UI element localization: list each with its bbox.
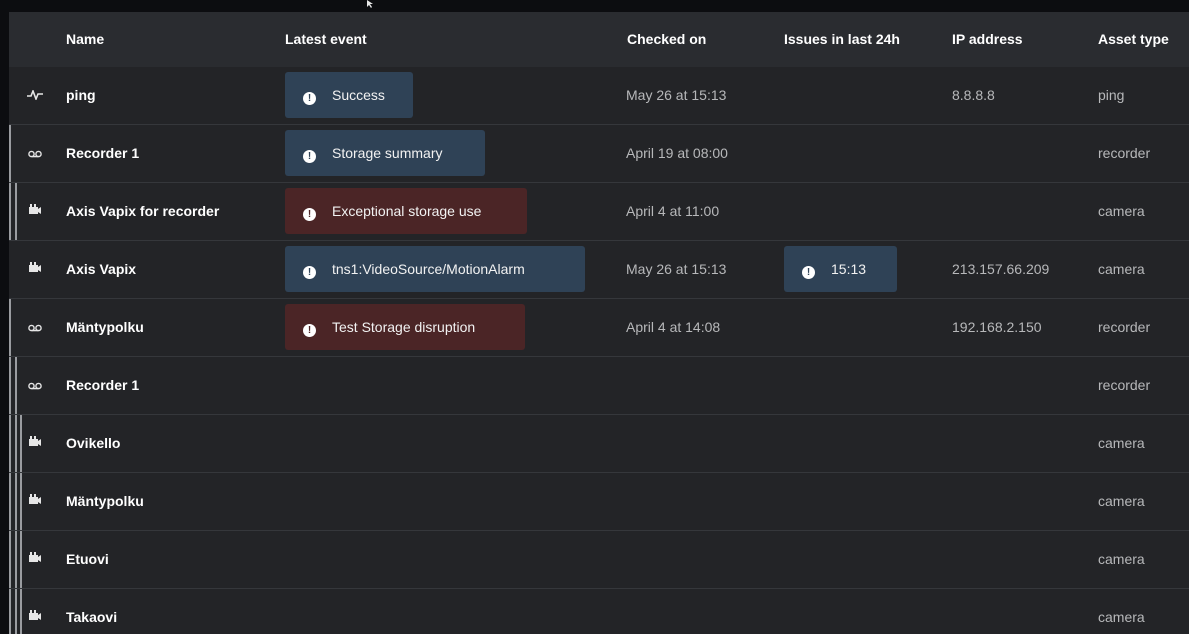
checked-on: April 4 at 11:00: [626, 203, 720, 219]
table-row[interactable]: Takaovi camera: [9, 589, 1189, 634]
issue-badge[interactable]: ! 15:13: [784, 246, 897, 292]
column-header-issues[interactable]: Issues in last 24h: [784, 12, 900, 67]
checked-on: April 4 at 14:08: [626, 319, 721, 335]
asset-type: camera: [1098, 435, 1145, 451]
hierarchy-indent-line: [15, 473, 17, 530]
event-label: Exceptional storage use: [332, 203, 482, 219]
table-row[interactable]: Axis Vapix ! tns1:VideoSource/MotionAlarm…: [9, 241, 1189, 299]
asset-type: recorder: [1098, 145, 1151, 161]
ip-address: 8.8.8.8: [952, 87, 995, 103]
event-badge[interactable]: ! Exceptional storage use: [285, 188, 527, 234]
column-header-ip-address[interactable]: IP address: [952, 12, 1023, 67]
alert-icon: !: [303, 324, 316, 337]
asset-name[interactable]: Axis Vapix: [66, 241, 136, 298]
column-header-asset-type[interactable]: Asset type: [1098, 12, 1169, 67]
asset-name[interactable]: Mäntypolku: [66, 473, 144, 530]
hierarchy-indent-line: [9, 183, 11, 240]
event-label: Test Storage disruption: [332, 319, 476, 335]
table-row[interactable]: Mäntypolku camera: [9, 473, 1189, 531]
asset-type: camera: [1098, 203, 1145, 219]
hierarchy-indent-line: [15, 531, 17, 588]
camera-icon: [24, 241, 46, 298]
hierarchy-indent-line: [9, 589, 11, 634]
table-row[interactable]: Axis Vapix for recorder ! Exceptional sto…: [9, 183, 1189, 241]
asset-name[interactable]: Recorder 1: [66, 357, 139, 414]
hierarchy-indent-line: [20, 531, 22, 588]
event-label: Storage summary: [332, 145, 443, 161]
table-row[interactable]: Recorder 1 ! Storage summary April 19 at …: [9, 125, 1189, 183]
asset-type: camera: [1098, 261, 1145, 277]
asset-type: camera: [1098, 493, 1145, 509]
recorder-icon: [24, 299, 46, 356]
table-row[interactable]: Mäntypolku ! Test Storage disruption Apri…: [9, 299, 1189, 357]
top-strip: [0, 0, 1189, 12]
hierarchy-indent-line: [9, 531, 11, 588]
asset-name[interactable]: Mäntypolku: [66, 299, 144, 356]
event-badge[interactable]: ! Success: [285, 72, 413, 118]
hierarchy-indent-line: [9, 125, 11, 182]
column-header-latest-event[interactable]: Latest event: [285, 12, 367, 67]
hierarchy-indent-line: [20, 473, 22, 530]
camera-icon: [24, 531, 46, 588]
table-header: Name Latest event Checked on Issues in l…: [9, 12, 1189, 68]
recorder-icon: [24, 357, 46, 414]
checked-on: May 26 at 15:13: [626, 261, 727, 277]
table-row[interactable]: Recorder 1 recorder: [9, 357, 1189, 415]
info-icon: !: [303, 266, 316, 279]
hierarchy-indent-line: [9, 299, 11, 356]
column-header-name[interactable]: Name: [66, 12, 104, 67]
asset-table: Name Latest event Checked on Issues in l…: [9, 12, 1189, 634]
info-icon: !: [303, 92, 316, 105]
asset-name[interactable]: Recorder 1: [66, 125, 139, 182]
ip-address: 192.168.2.150: [952, 319, 1042, 335]
asset-type: camera: [1098, 551, 1145, 567]
asset-name[interactable]: ping: [66, 67, 96, 124]
ip-address: 213.157.66.209: [952, 261, 1050, 277]
camera-icon: [24, 415, 46, 472]
issue-label: 15:13: [831, 261, 867, 277]
info-icon: !: [802, 266, 815, 279]
alert-icon: !: [303, 208, 316, 221]
hierarchy-indent-line: [15, 415, 17, 472]
asset-type: recorder: [1098, 377, 1151, 393]
recorder-icon: [24, 125, 46, 182]
asset-type: recorder: [1098, 319, 1151, 335]
asset-name[interactable]: Axis Vapix for recorder: [66, 183, 219, 240]
info-icon: !: [303, 150, 316, 163]
event-badge[interactable]: ! tns1:VideoSource/MotionAlarm: [285, 246, 585, 292]
asset-type: camera: [1098, 609, 1145, 625]
hierarchy-indent-line: [15, 589, 17, 634]
hierarchy-indent-line: [9, 473, 11, 530]
asset-name[interactable]: Ovikello: [66, 415, 120, 472]
asset-name[interactable]: Etuovi: [66, 531, 109, 588]
event-badge[interactable]: ! Storage summary: [285, 130, 485, 176]
hierarchy-indent-line: [9, 357, 11, 414]
table-row[interactable]: Etuovi camera: [9, 531, 1189, 589]
event-label: Success: [332, 87, 385, 103]
camera-icon: [24, 473, 46, 530]
hierarchy-indent-line: [15, 357, 17, 414]
asset-name[interactable]: Takaovi: [66, 589, 117, 634]
event-label: tns1:VideoSource/MotionAlarm: [332, 261, 525, 277]
hierarchy-indent-line: [15, 183, 17, 240]
camera-icon: [24, 183, 46, 240]
table-row[interactable]: Ovikello camera: [9, 415, 1189, 473]
hierarchy-indent-line: [20, 415, 22, 472]
column-header-checked-on[interactable]: Checked on: [627, 12, 706, 67]
hierarchy-indent-line: [9, 415, 11, 472]
event-badge[interactable]: ! Test Storage disruption: [285, 304, 525, 350]
table-row[interactable]: ping ! Success May 26 at 15:13 8.8.8.8 pi…: [9, 67, 1189, 125]
asset-type: ping: [1098, 87, 1125, 103]
checked-on: April 19 at 08:00: [626, 145, 728, 161]
camera-icon: [24, 589, 46, 634]
hierarchy-indent-line: [20, 589, 22, 634]
checked-on: May 26 at 15:13: [626, 87, 727, 103]
mouse-cursor-icon: [366, 0, 374, 8]
pulse-icon: [24, 67, 46, 124]
